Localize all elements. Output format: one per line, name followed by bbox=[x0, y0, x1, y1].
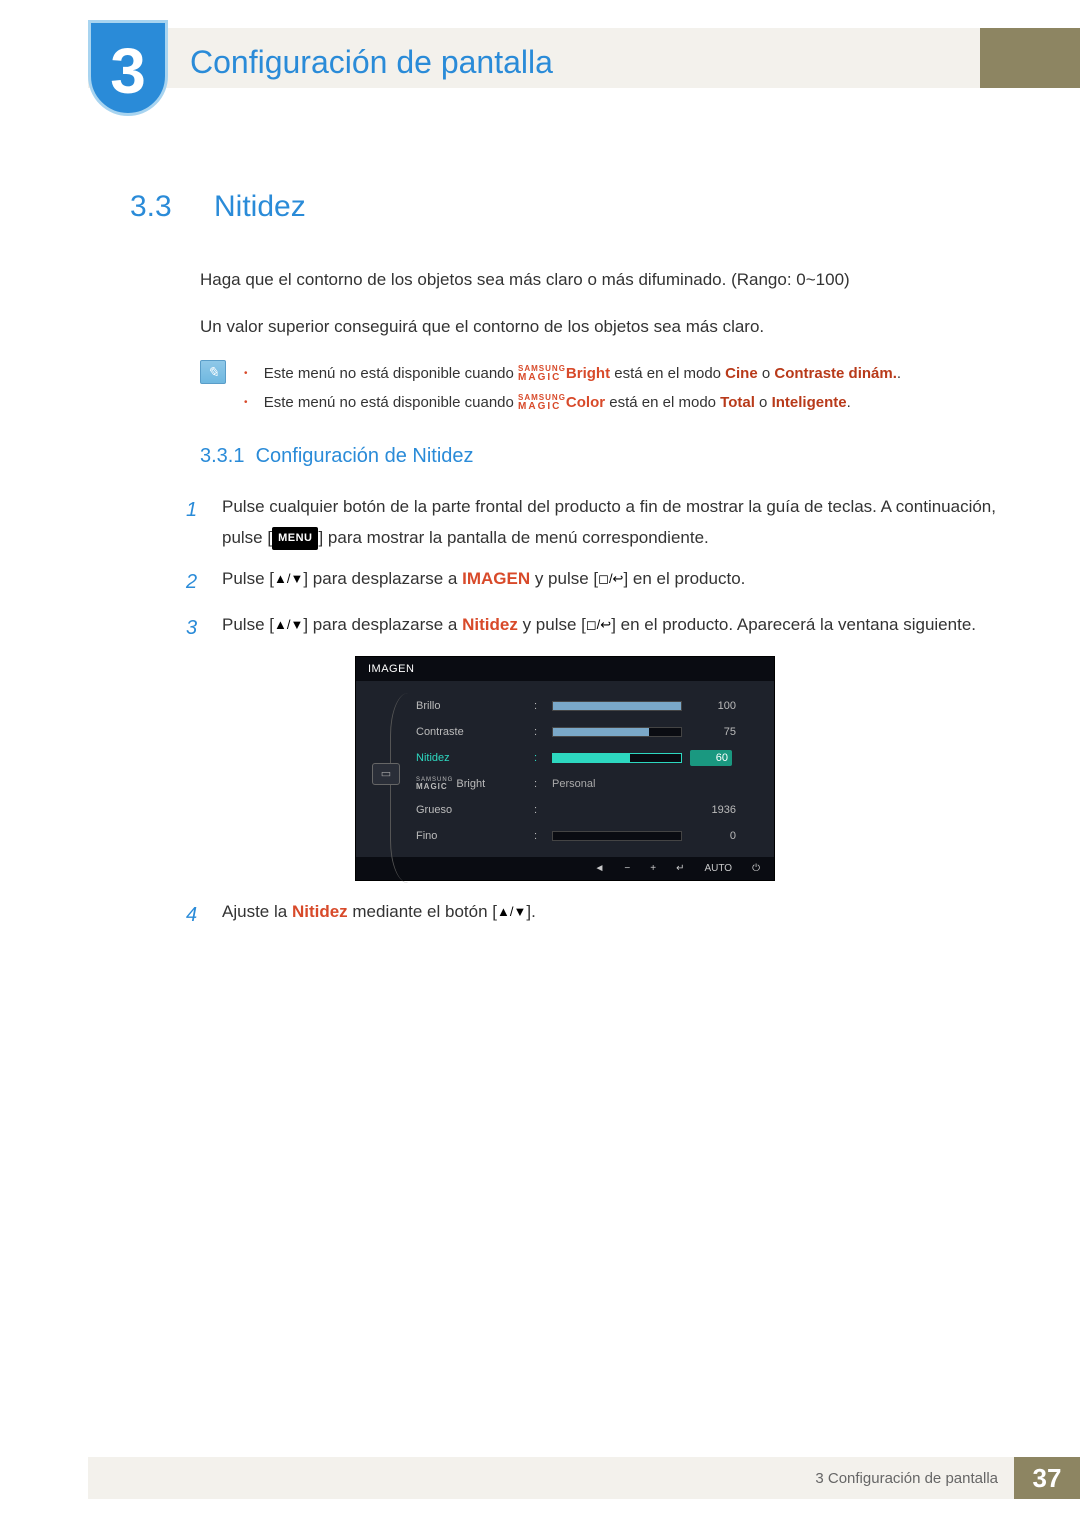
osd-picture-tab-icon: ▭ bbox=[372, 763, 400, 785]
footer-chapter-ref: 3 Configuración de pantalla bbox=[815, 1470, 998, 1487]
osd-row-label: Nitidez bbox=[416, 752, 526, 764]
intro-text-2: Un valor superior conseguirá que el cont… bbox=[200, 313, 1000, 340]
step-number: 4 bbox=[186, 897, 206, 933]
osd-row: Brillo: 100 bbox=[416, 693, 766, 719]
osd-value: 1936 bbox=[690, 804, 736, 816]
section-number: 3.3 bbox=[130, 190, 186, 224]
osd-row-label: Brillo bbox=[416, 700, 526, 712]
osd-menu-screenshot: IMAGEN ▭ Brillo: 100 Contraste: 75 Nitidez: 6… bbox=[355, 656, 775, 881]
osd-value: 75 bbox=[690, 726, 736, 738]
osd-row: SAMSUNGMAGIC Bright: Personal bbox=[416, 771, 766, 797]
osd-item-list: Brillo: 100 Contraste: 75 Nitidez: 60 SAMSUNGM… bbox=[408, 693, 766, 849]
section-heading: 3.3 Nitidez bbox=[130, 190, 1000, 224]
note-list: Este menú no está disponible cuando SAMS… bbox=[244, 360, 901, 417]
select-enter-icon: ◻/↩ bbox=[598, 567, 623, 590]
osd-colon: : bbox=[534, 726, 544, 738]
osd-minus-icon: − bbox=[624, 863, 630, 874]
step-number: 1 bbox=[186, 492, 206, 553]
section-title: Nitidez bbox=[214, 190, 306, 224]
osd-row: Contraste: 75 bbox=[416, 719, 766, 745]
osd-value: 100 bbox=[690, 700, 736, 712]
osd-row-label: Fino bbox=[416, 830, 526, 842]
osd-slider-bar bbox=[552, 831, 682, 841]
intro-text-1: Haga que el contorno de los objetos sea … bbox=[200, 266, 1000, 293]
osd-footer: ◄ − + ↵ AUTO ⏻ bbox=[356, 857, 774, 880]
osd-auto-label: AUTO bbox=[704, 863, 732, 874]
step-number: 2 bbox=[186, 564, 206, 600]
osd-slider-bar bbox=[552, 701, 682, 711]
note-item: Este menú no está disponible cuando SAMS… bbox=[244, 389, 901, 418]
step-number: 3 bbox=[186, 610, 206, 646]
osd-row: Fino: 0 bbox=[416, 823, 766, 849]
up-down-arrows-icon: ▲/▼ bbox=[274, 567, 303, 590]
osd-slider-bar bbox=[552, 727, 682, 737]
step-list: 1 Pulse cualquier botón de la parte fron… bbox=[186, 492, 1000, 645]
osd-row-label: Contraste bbox=[416, 726, 526, 738]
osd-back-icon: ◄ bbox=[594, 863, 604, 874]
osd-value: 60 bbox=[690, 750, 732, 766]
osd-colon: : bbox=[534, 700, 544, 712]
osd-plus-icon: + bbox=[650, 863, 656, 874]
osd-colon: : bbox=[534, 778, 544, 790]
header-accent bbox=[980, 28, 1080, 88]
osd-row-label: Grueso bbox=[416, 804, 526, 816]
osd-power-icon: ⏻ bbox=[752, 863, 760, 874]
page-content: 3.3 Nitidez Haga que el contorno de los … bbox=[130, 190, 1000, 943]
step-item: 2 Pulse [▲/▼] para desplazarse a IMAGEN … bbox=[186, 564, 1000, 600]
osd-side-tabs: ▭ bbox=[364, 693, 408, 849]
step-item: 4 Ajuste la Nitidez mediante el botón [▲… bbox=[186, 897, 1000, 933]
menu-button-icon: MENU bbox=[272, 527, 318, 551]
osd-row: Grueso: 1936 bbox=[416, 797, 766, 823]
chapter-badge: 3 bbox=[88, 20, 168, 116]
select-enter-icon: ◻/↩ bbox=[586, 613, 611, 636]
note-icon: ✎ bbox=[200, 360, 226, 384]
page-footer: 3 Configuración de pantalla 37 bbox=[88, 1457, 1080, 1499]
osd-colon: : bbox=[534, 804, 544, 816]
osd-colon: : bbox=[534, 752, 544, 764]
up-down-arrows-icon: ▲/▼ bbox=[274, 613, 303, 636]
note-item: Este menú no está disponible cuando SAMS… bbox=[244, 360, 901, 389]
up-down-arrows-icon: ▲/▼ bbox=[497, 900, 526, 923]
samsung-magic-logo: SAMSUNGMAGIC bbox=[518, 394, 566, 412]
osd-enter-icon: ↵ bbox=[676, 863, 684, 874]
osd-slider-bar bbox=[552, 753, 682, 763]
osd-title: IMAGEN bbox=[356, 657, 774, 681]
samsung-magic-logo: SAMSUNGMAGIC bbox=[518, 365, 566, 383]
osd-colon: : bbox=[534, 830, 544, 842]
osd-row-label: SAMSUNGMAGIC Bright bbox=[416, 777, 526, 791]
step-item: 1 Pulse cualquier botón de la parte fron… bbox=[186, 492, 1000, 553]
step-item: 3 Pulse [▲/▼] para desplazarse a Nitidez… bbox=[186, 610, 1000, 646]
osd-row: Nitidez: 60 bbox=[416, 745, 766, 771]
note-box: ✎ Este menú no está disponible cuando SA… bbox=[200, 360, 1000, 417]
osd-value: Personal bbox=[552, 778, 728, 790]
osd-value: 0 bbox=[690, 830, 736, 842]
chapter-title: Configuración de pantalla bbox=[190, 44, 553, 81]
step-list-cont: 4 Ajuste la Nitidez mediante el botón [▲… bbox=[186, 897, 1000, 933]
page-number: 37 bbox=[1014, 1457, 1080, 1499]
subsection-heading: 3.3.1 Configuración de Nitidez bbox=[200, 445, 1000, 468]
